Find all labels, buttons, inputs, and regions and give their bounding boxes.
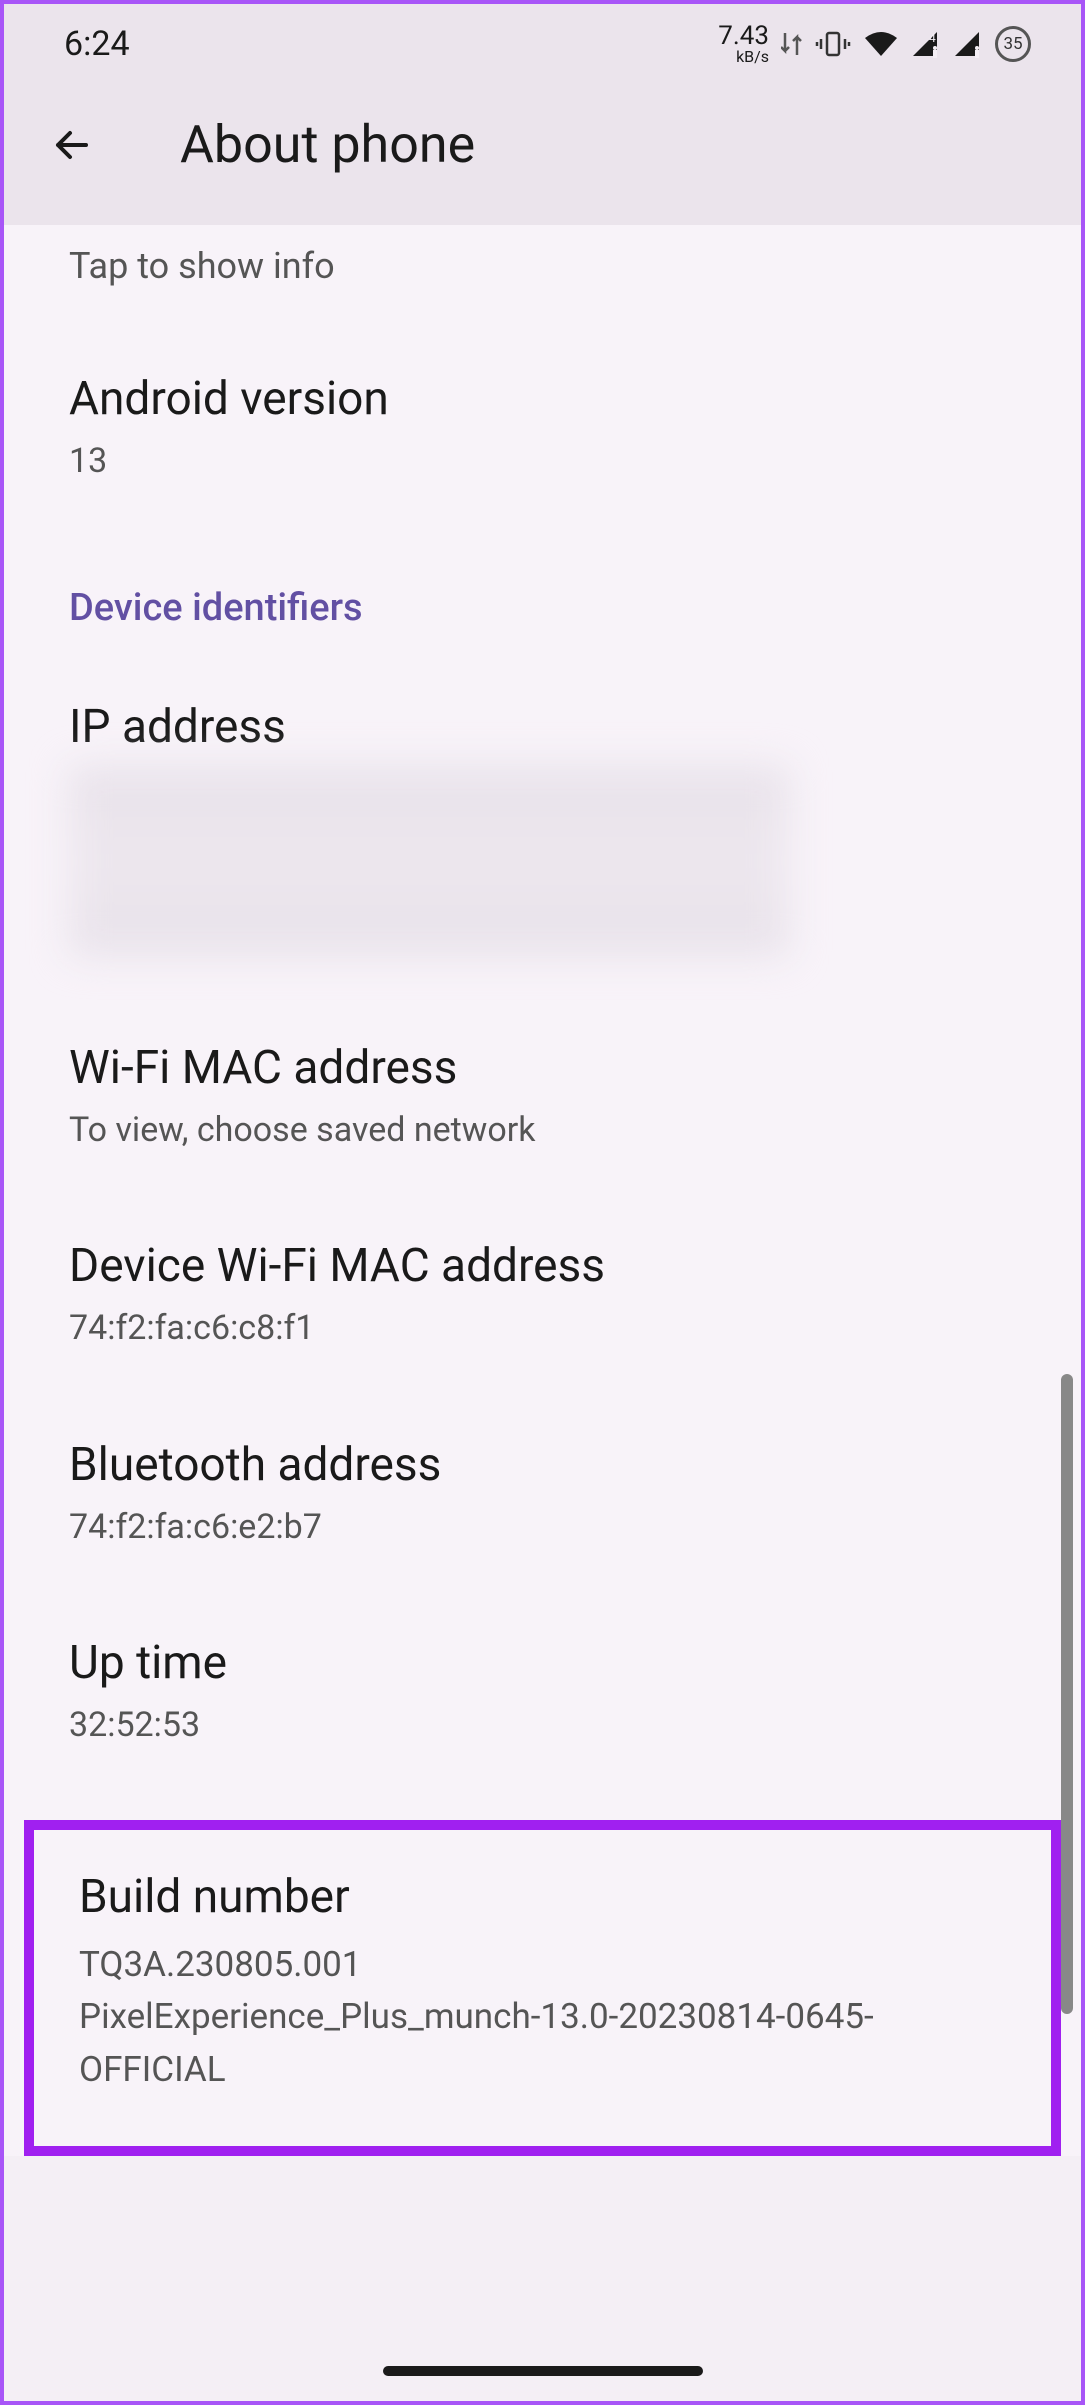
- vibrate-icon: [815, 29, 851, 59]
- signal-2-icon: [953, 30, 983, 58]
- back-button[interactable]: [44, 117, 100, 173]
- ip-address-blurred: [69, 766, 789, 956]
- tap-info-hint[interactable]: Tap to show info: [4, 225, 1081, 327]
- status-icons: 7.43 kB/s 4 35: [718, 23, 1031, 65]
- scroll-indicator[interactable]: [1061, 1374, 1073, 2014]
- svg-text:4: 4: [929, 31, 936, 45]
- uptime-title: Up time: [69, 1636, 1016, 1690]
- build-number-value: TQ3A.230805.001 PixelExperience_Plus_mun…: [79, 1939, 1006, 2097]
- network-speed: 7.43 kB/s: [718, 23, 769, 65]
- ip-address-item[interactable]: IP address: [4, 655, 1081, 996]
- bluetooth-address-item[interactable]: Bluetooth address 74:f2:fa:c6:e2:b7: [4, 1393, 1081, 1592]
- wifi-mac-value: To view, choose saved network: [69, 1107, 1016, 1155]
- android-version-value: 13: [69, 438, 1016, 486]
- settings-content: Tap to show info Android version 13 Devi…: [4, 225, 1081, 2156]
- android-version-title: Android version: [69, 372, 1016, 426]
- battery-icon: 35: [995, 26, 1031, 62]
- section-header-device-identifiers: Device identifiers: [4, 526, 1081, 655]
- signal-1-icon: 4: [911, 30, 941, 58]
- wifi-icon: [863, 30, 899, 58]
- uptime-item[interactable]: Up time 32:52:53: [4, 1591, 1081, 1790]
- device-wifi-mac-value: 74:f2:fa:c6:c8:f1: [69, 1305, 1016, 1353]
- android-version-item[interactable]: Android version 13: [4, 327, 1081, 526]
- build-number-highlight: Build number TQ3A.230805.001 PixelExperi…: [24, 1820, 1061, 2157]
- bluetooth-address-value: 74:f2:fa:c6:e2:b7: [69, 1504, 1016, 1552]
- arrow-back-icon: [48, 121, 96, 169]
- wifi-mac-title: Wi-Fi MAC address: [69, 1041, 1016, 1095]
- ip-address-title: IP address: [69, 700, 1016, 754]
- navigation-bar[interactable]: [383, 2366, 703, 2376]
- device-wifi-mac-item[interactable]: Device Wi-Fi MAC address 74:f2:fa:c6:c8:…: [4, 1194, 1081, 1393]
- app-header: About phone: [4, 84, 1081, 225]
- build-number-item[interactable]: Build number TQ3A.230805.001 PixelExperi…: [79, 1870, 1006, 2097]
- uptime-value: 32:52:53: [69, 1702, 1016, 1750]
- build-number-title: Build number: [79, 1870, 1006, 1924]
- wifi-mac-item[interactable]: Wi-Fi MAC address To view, choose saved …: [4, 996, 1081, 1195]
- device-wifi-mac-title: Device Wi-Fi MAC address: [69, 1239, 1016, 1293]
- page-title: About phone: [180, 114, 475, 175]
- arrows-icon: [781, 29, 803, 59]
- bluetooth-address-title: Bluetooth address: [69, 1438, 1016, 1492]
- status-bar: 6:24 7.43 kB/s 4 35: [4, 4, 1081, 84]
- status-time: 6:24: [64, 24, 130, 64]
